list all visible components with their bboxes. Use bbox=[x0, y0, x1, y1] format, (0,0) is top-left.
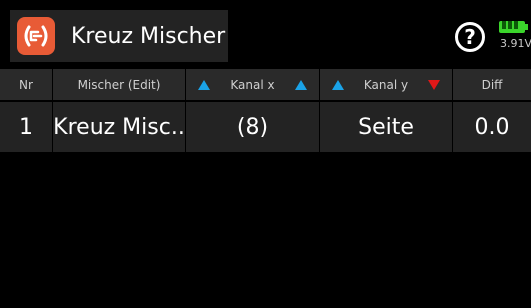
screen: Kreuz Mischer ? 3.91V Nr Mischer (Edit) … bbox=[0, 0, 531, 308]
column-label-nr: Nr bbox=[19, 77, 33, 92]
row-kanal-x-cell[interactable]: (8) bbox=[186, 102, 320, 152]
row-mixer-cell[interactable]: Kreuz Misc.. bbox=[53, 102, 186, 152]
table-header: Nr Mischer (Edit) Kanal x Kanal y Diff bbox=[0, 69, 531, 100]
title-tab[interactable]: Kreuz Mischer bbox=[10, 10, 228, 62]
column-label-diff: Diff bbox=[481, 77, 503, 92]
row-kanal-x-value: (8) bbox=[236, 114, 269, 140]
kanal-y-up-icon[interactable] bbox=[332, 80, 344, 90]
column-header-kanal-y[interactable]: Kanal y bbox=[320, 69, 453, 100]
column-label-kanal-y: Kanal y bbox=[363, 77, 409, 92]
column-label-mixer: Mischer (Edit) bbox=[77, 77, 161, 92]
column-header-diff[interactable]: Diff bbox=[453, 69, 531, 100]
table-row[interactable]: 1 Kreuz Misc.. (8) Seite 0.0 bbox=[0, 102, 531, 152]
battery-icon bbox=[499, 19, 529, 35]
row-kanal-y-cell[interactable]: Seite bbox=[320, 102, 453, 152]
help-symbol: ? bbox=[464, 25, 476, 49]
page-title: Kreuz Mischer bbox=[71, 23, 226, 49]
row-nr: 1 bbox=[19, 114, 33, 140]
help-icon[interactable]: ? bbox=[455, 22, 485, 52]
row-diff-cell[interactable]: 0.0 bbox=[453, 102, 531, 152]
battery-voltage: 3.91V bbox=[500, 37, 531, 50]
row-kanal-y-value: Seite bbox=[358, 114, 414, 140]
row-mixer-name: Kreuz Misc.. bbox=[53, 114, 185, 140]
column-header-mixer[interactable]: Mischer (Edit) bbox=[53, 69, 186, 100]
column-header-kanal-x[interactable]: Kanal x bbox=[186, 69, 320, 100]
row-diff-value: 0.0 bbox=[474, 114, 510, 140]
kanal-x-up-left-icon[interactable] bbox=[198, 80, 210, 90]
row-nr-cell: 1 bbox=[0, 102, 53, 152]
kanal-y-down-icon[interactable] bbox=[428, 80, 440, 90]
kanal-x-up-right-icon[interactable] bbox=[295, 80, 307, 90]
column-label-kanal-x: Kanal x bbox=[230, 77, 275, 92]
cross-mixer-icon bbox=[17, 17, 55, 55]
column-header-nr: Nr bbox=[0, 69, 53, 100]
